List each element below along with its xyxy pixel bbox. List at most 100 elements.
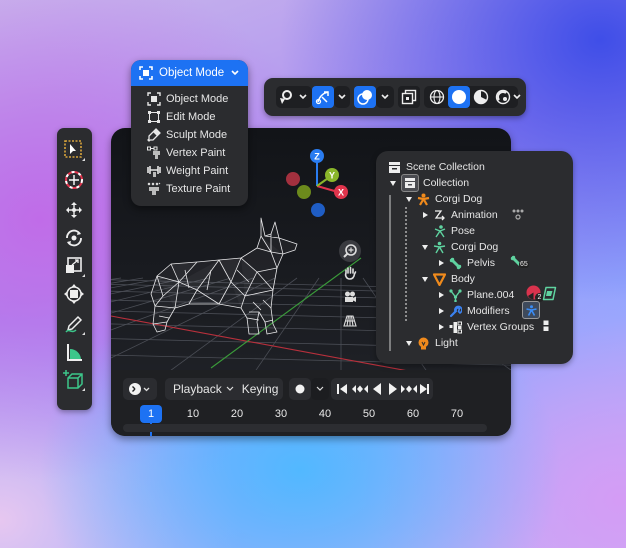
chevron-down-icon — [299, 94, 307, 100]
tool-cursor[interactable] — [62, 168, 86, 192]
outliner-row-corgi-dog-armature[interactable]: Corgi Dog — [420, 239, 498, 255]
play-reverse-icon[interactable] — [373, 383, 381, 395]
solid-shading-button[interactable] — [448, 86, 470, 108]
armature-modifier-badge[interactable] — [522, 301, 540, 319]
current-frame-indicator[interactable]: 1 — [140, 405, 162, 423]
edit-mode-icon — [148, 111, 160, 123]
zoom-view-button[interactable] — [339, 240, 361, 262]
menu-item-sculpt-mode[interactable]: Sculpt Mode — [131, 126, 248, 144]
chevron-down-icon — [231, 70, 239, 76]
menu-item-edit-mode[interactable]: Edit Mode — [131, 108, 248, 126]
outliner-row-pose[interactable]: Pose — [433, 223, 475, 239]
vertex-groups-icon — [449, 321, 462, 333]
perspective-toggle-button[interactable] — [339, 310, 361, 332]
playback-keying-group: Playback Keying — [165, 378, 283, 400]
pan-view-button[interactable] — [339, 262, 361, 284]
menu-item-vertex-paint[interactable]: Vertex Paint — [131, 144, 248, 162]
auto-keying-dropdown[interactable] — [311, 378, 329, 400]
add-cube-icon — [63, 370, 85, 391]
expand-arrow-right-icon[interactable] — [436, 307, 445, 316]
zoom-icon — [343, 244, 357, 258]
outliner-row-modifiers[interactable]: Modifiers — [436, 303, 510, 319]
tool-rotate[interactable] — [62, 226, 86, 250]
tool-add-cube[interactable] — [62, 368, 86, 392]
xray-icon — [401, 89, 417, 105]
menu-item-texture-paint[interactable]: Texture Paint — [131, 180, 248, 198]
editor-type-dropdown[interactable] — [123, 378, 157, 400]
frame-label: 70 — [450, 408, 464, 420]
mode-dropdown-button[interactable]: Object Mode — [131, 60, 248, 86]
tool-move[interactable] — [62, 198, 86, 222]
expand-arrow-down-icon[interactable] — [404, 195, 413, 204]
gizmo-dropdown[interactable] — [334, 86, 350, 108]
auto-keying-toggle[interactable] — [289, 378, 311, 400]
tool-measure[interactable] — [62, 340, 86, 364]
outliner-row-body[interactable]: Body — [420, 271, 475, 287]
light-icon — [418, 337, 429, 349]
vertex-paint-icon — [147, 146, 160, 159]
rendered-shading-button[interactable] — [492, 86, 514, 108]
camera-view-button[interactable] — [339, 286, 361, 308]
object-types-visibility-dropdown[interactable] — [276, 86, 312, 108]
outliner-row-animation[interactable]: Animation — [420, 207, 498, 223]
wireframe-sphere-icon — [429, 89, 445, 105]
tool-select-box[interactable] — [62, 138, 86, 162]
outliner-row-light[interactable]: Light — [404, 335, 458, 351]
expand-arrow-down-icon[interactable] — [420, 243, 429, 252]
outliner-row-corgi-dog-object[interactable]: Corgi Dog — [404, 191, 482, 207]
expand-arrow-right-icon[interactable] — [436, 291, 445, 300]
overlays-toggle[interactable] — [354, 86, 376, 108]
material-preview-shading-button[interactable] — [470, 86, 492, 108]
pose-icon — [434, 224, 446, 237]
outliner-row-pelvis[interactable]: Pelvis — [436, 255, 495, 271]
frame-label: 60 — [406, 408, 420, 420]
rotate-icon — [66, 229, 82, 247]
outliner-row-scene-collection[interactable]: Scene Collection — [388, 159, 485, 175]
corgi-wireframe[interactable] — [149, 212, 299, 347]
svg-text:Y: Y — [329, 171, 335, 181]
chevron-down-icon — [316, 386, 324, 391]
mesh-object-icon — [433, 272, 446, 286]
tool-shelf — [57, 128, 92, 410]
bone-icon — [449, 257, 462, 269]
menu-item-object-mode[interactable]: Object Mode — [131, 90, 248, 108]
xray-toggle[interactable] — [398, 86, 420, 108]
frame-label: 30 — [274, 408, 288, 420]
timeline-scrollbar[interactable] — [123, 424, 487, 432]
expand-arrow-down-icon[interactable] — [404, 339, 413, 348]
expand-arrow-right-icon[interactable] — [436, 259, 445, 268]
shading-dropdown[interactable] — [512, 86, 522, 108]
keying-menu[interactable]: Keying — [242, 382, 279, 396]
shape-keys-badge[interactable] — [542, 286, 557, 301]
playback-menu[interactable]: Playback — [173, 382, 222, 396]
armature-data-icon — [433, 241, 446, 253]
expand-arrow-right-icon[interactable] — [420, 211, 429, 220]
tool-transform[interactable] — [62, 282, 86, 306]
next-keyframe-icon[interactable] — [401, 385, 417, 393]
gizmo-toggle[interactable] — [312, 86, 334, 108]
tool-annotate[interactable] — [62, 312, 86, 336]
wireframe-shading-button[interactable] — [426, 86, 448, 108]
material-sphere-icon — [473, 89, 489, 105]
jump-to-start-icon[interactable] — [337, 384, 347, 394]
gizmo-icon — [315, 91, 329, 105]
bones-count-badge[interactable]: 65 — [510, 255, 532, 271]
expand-arrow-down-icon[interactable] — [420, 275, 429, 284]
outliner-row-plane-004[interactable]: Plane.004 — [436, 287, 514, 303]
jump-to-end-icon[interactable] — [420, 384, 429, 394]
outliner-row-vertex-groups[interactable]: Vertex Groups — [436, 319, 534, 335]
gizmo-neg-y — [297, 185, 311, 199]
outliner-row-collection[interactable]: Collection — [388, 174, 469, 192]
prev-keyframe-icon[interactable] — [352, 385, 368, 393]
overlays-dropdown[interactable] — [376, 86, 394, 108]
navigation-gizmo[interactable]: Z Y X — [283, 146, 353, 218]
tool-scale[interactable] — [62, 254, 86, 278]
menu-item-weight-paint[interactable]: Weight Paint — [131, 162, 248, 180]
expand-arrow-right-icon[interactable] — [436, 323, 445, 332]
expand-arrow-down-icon[interactable] — [388, 179, 397, 188]
measure-icon — [67, 344, 82, 361]
chevron-down-icon — [513, 94, 521, 100]
gizmo-neg-x — [286, 172, 300, 186]
animation-icon — [434, 209, 445, 220]
play-icon[interactable] — [389, 383, 397, 395]
